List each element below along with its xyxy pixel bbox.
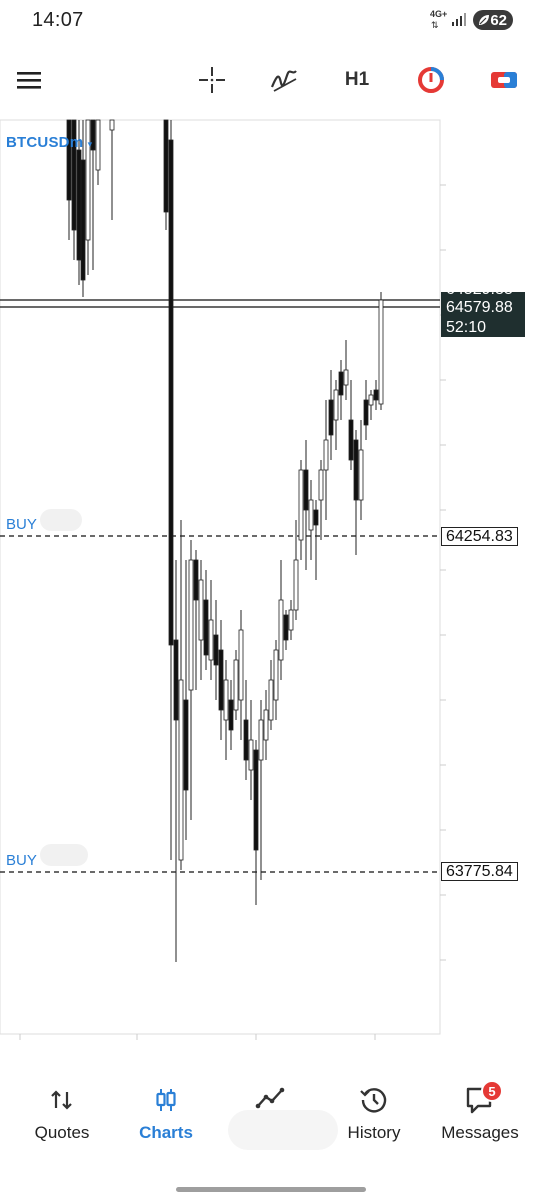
nav-charts[interactable]: Charts — [126, 1068, 206, 1158]
candle-body — [208, 619, 214, 661]
order-price-tag-upper: 64254.83 — [441, 527, 518, 546]
objects-icon[interactable] — [484, 52, 524, 108]
bid-price-box: 64529.88 64579.88 52:10 — [441, 292, 525, 337]
nav-messages[interactable]: 5 Messages — [430, 1068, 530, 1158]
candle-body — [263, 709, 269, 741]
candle-body — [248, 739, 254, 771]
candle-body — [233, 659, 239, 711]
candle-body — [173, 639, 179, 721]
unread-badge: 5 — [481, 1080, 503, 1102]
candle-body — [363, 399, 369, 426]
candle-body — [318, 469, 324, 501]
candle-body — [303, 469, 309, 511]
nav-quotes[interactable]: Quotes — [22, 1068, 102, 1158]
history-icon — [359, 1080, 389, 1120]
symbol-label[interactable]: BTCUSDm ▾ — [6, 134, 92, 151]
candle-body — [183, 699, 189, 791]
plot-frame — [0, 119, 441, 1035]
candle-body — [288, 609, 294, 631]
order-price-tag-lower: 63775.84 — [441, 862, 518, 881]
candle-body — [308, 499, 314, 531]
metatrader-chart-screen: 14:07 4G+ ⇅ 62 BTCUSDm ▾ 64529.88 64579.… — [0, 0, 540, 1200]
order-label-lower[interactable]: BUY — [6, 852, 37, 869]
candle-body — [343, 369, 349, 386]
indicators-icon[interactable] — [264, 52, 306, 108]
sort-arrows-icon — [49, 1080, 75, 1120]
candle-body — [323, 439, 329, 471]
candle-body — [223, 679, 229, 721]
candle-body — [228, 699, 234, 731]
order-volume-redacted — [40, 509, 82, 531]
candle-body — [273, 649, 279, 701]
candle-body — [203, 599, 209, 656]
candle-body — [258, 719, 264, 761]
candle-body — [358, 449, 364, 501]
candle-body — [95, 119, 101, 171]
bottom-navigation: Quotes Charts History 5 Messages — [0, 1068, 540, 1168]
candle-body — [193, 559, 199, 601]
symbol-dropdown-icon: ▾ — [87, 139, 93, 149]
candle-body — [238, 629, 244, 701]
symbol-name: BTCUSDm — [6, 134, 84, 151]
chart-area[interactable]: BTCUSDm ▾ 64529.88 64579.88 52:10 BUY 64… — [0, 0, 540, 1060]
nav-history[interactable]: History — [334, 1068, 414, 1158]
candle-body — [109, 119, 115, 131]
candle-body — [178, 679, 184, 861]
candle-body — [333, 389, 339, 421]
crosshair-icon[interactable] — [192, 52, 232, 108]
candle-body — [66, 119, 72, 201]
order-label-upper[interactable]: BUY — [6, 516, 37, 533]
order-side: BUY — [6, 516, 37, 533]
candle-body — [168, 139, 174, 646]
candle-body — [76, 149, 82, 261]
order-volume-redacted — [40, 844, 88, 866]
nav-label: Quotes — [34, 1123, 90, 1142]
one-click-trading-icon[interactable] — [410, 52, 452, 108]
menu-icon[interactable] — [10, 52, 48, 108]
candle-body — [293, 559, 299, 611]
candle-body — [278, 599, 284, 661]
home-indicator[interactable] — [176, 1187, 366, 1192]
chart-toolbar: H1 — [0, 52, 540, 108]
candle-body — [373, 389, 379, 401]
trade-line-icon — [255, 1078, 285, 1118]
bar-countdown: 52:10 — [446, 319, 487, 336]
candle-body — [218, 649, 224, 711]
candle-body — [348, 419, 354, 461]
candle-body — [353, 439, 359, 501]
bid-price: 64579.88 — [446, 299, 513, 316]
candles-icon — [153, 1080, 179, 1120]
candle-body — [213, 634, 219, 666]
nav-label: Messages — [441, 1123, 519, 1142]
nav-label: History — [347, 1123, 401, 1142]
candle-body — [338, 371, 344, 396]
candle-body — [163, 119, 169, 213]
candle-body — [80, 159, 86, 281]
order-side: BUY — [6, 852, 37, 869]
nav-label: Charts — [139, 1123, 193, 1142]
candle-body — [243, 719, 249, 761]
timeframe-button[interactable]: H1 — [336, 52, 378, 108]
candle-body — [298, 469, 304, 541]
candle-body — [188, 559, 194, 691]
candle-body — [198, 579, 204, 641]
candle-body — [328, 399, 334, 436]
candle-body — [268, 679, 274, 721]
candle-body — [378, 299, 384, 405]
candle-body — [368, 394, 374, 406]
candle-body — [313, 509, 319, 526]
candle-body — [283, 614, 289, 641]
nav-trade[interactable] — [230, 1068, 310, 1158]
candle-body — [253, 749, 259, 851]
